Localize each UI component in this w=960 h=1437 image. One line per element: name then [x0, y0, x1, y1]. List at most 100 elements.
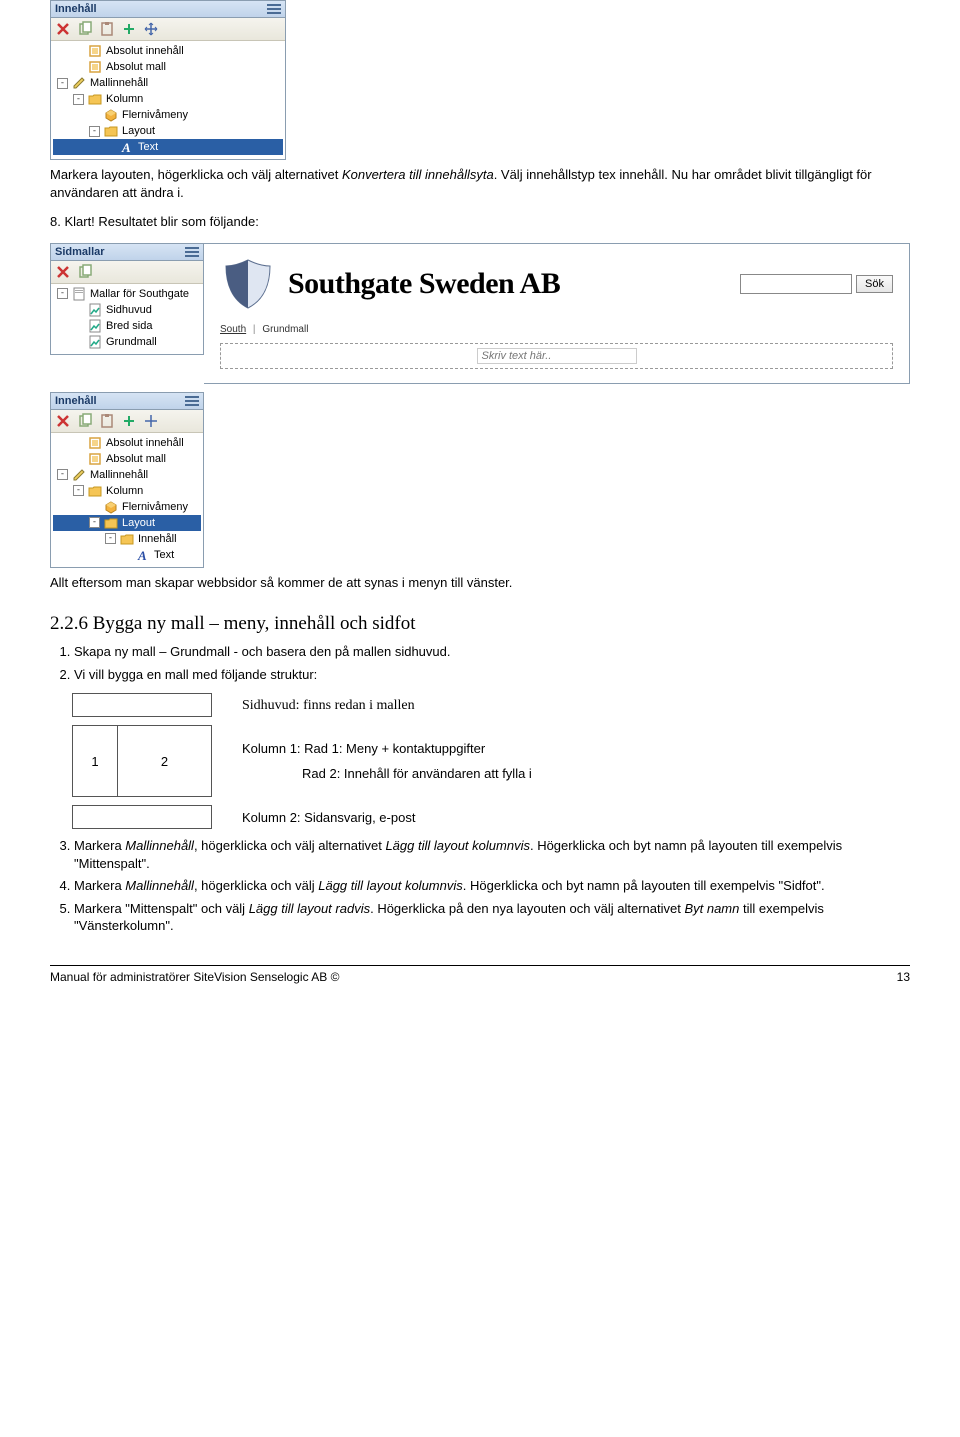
- tree-row[interactable]: Flernivåmeny: [53, 499, 201, 515]
- preview-pane: Southgate Sweden AB Sök South | Grundmal…: [204, 243, 910, 384]
- tree-row[interactable]: - Mallinnehåll: [53, 467, 201, 483]
- panel-menu-icon[interactable]: [185, 396, 199, 406]
- collapse-icon[interactable]: -: [89, 126, 100, 137]
- tree-row[interactable]: Flernivåmeny: [53, 107, 283, 123]
- tree-label: Text: [154, 549, 174, 561]
- schematic-label: Kolumn 1: Rad 1: Meny + kontaktuppgifter: [242, 741, 532, 756]
- panel-toolbar: [51, 261, 203, 284]
- tree-label: Absolut innehåll: [106, 437, 184, 449]
- add-icon[interactable]: [121, 413, 137, 429]
- panel-header: Sidmallar: [51, 244, 203, 261]
- page-green-icon: [88, 335, 102, 349]
- schematic-label: Rad 2: Innehåll för användaren att fylla…: [302, 766, 532, 781]
- add-icon[interactable]: [121, 21, 137, 37]
- panel-header: Innehåll: [51, 393, 203, 410]
- tree-label: Innehåll: [138, 533, 177, 545]
- tree-label: Absolut innehåll: [106, 45, 184, 57]
- cube-icon: [104, 108, 118, 122]
- tree: - Mallar för Southgate Sidhuvud Bred sida Gr…: [51, 284, 203, 354]
- content-placeholder: Skriv text här..: [220, 343, 893, 369]
- breadcrumb-current: Grundmall: [262, 324, 308, 335]
- move-icon[interactable]: [143, 21, 159, 37]
- tree-row[interactable]: Absolut innehåll: [53, 43, 283, 59]
- shield-icon: [220, 256, 276, 312]
- panel-title: Innehåll: [55, 395, 97, 407]
- delete-icon[interactable]: [55, 264, 71, 280]
- paragraph: Markera layouten, högerklicka och välj a…: [50, 166, 910, 201]
- tree-row[interactable]: -Kolumn: [53, 91, 283, 107]
- layout-schematic: Sidhuvud: finns redan i mallen 1 2 Kolum…: [72, 693, 910, 829]
- tree-label: Kolumn: [106, 485, 143, 497]
- ordered-list: Markera Mallinnehåll, högerklicka och vä…: [50, 837, 910, 935]
- preview-header: Southgate Sweden AB Sök: [204, 244, 909, 322]
- panel-menu-icon[interactable]: [267, 4, 281, 14]
- copy-icon[interactable]: [77, 264, 93, 280]
- tree-label: Bred sida: [106, 320, 152, 332]
- collapse-icon[interactable]: -: [57, 288, 68, 299]
- delete-icon[interactable]: [55, 21, 71, 37]
- innehall-panel-2: Innehåll Absolut innehållAbsolut mall-Ma…: [50, 392, 204, 568]
- move-icon[interactable]: [143, 413, 159, 429]
- svg-text:A: A: [121, 140, 131, 154]
- search-button[interactable]: Sök: [856, 275, 893, 293]
- tree-label: Mallinnehåll: [90, 469, 148, 481]
- collapse-icon[interactable]: -: [57, 78, 68, 89]
- sidmallar-panel: Sidmallar - Mallar för Southgate Sidhuvud B…: [50, 243, 204, 355]
- panel-title: Innehåll: [55, 3, 97, 15]
- copy-icon[interactable]: [77, 413, 93, 429]
- collapse-icon[interactable]: -: [73, 485, 84, 496]
- cube-icon: [104, 500, 118, 514]
- tree-row[interactable]: - Layout: [53, 515, 201, 531]
- list-item: Vi vill bygga en mall med följande struk…: [74, 666, 910, 684]
- tree-row[interactable]: AText: [53, 139, 283, 155]
- text-a-icon: A: [136, 548, 150, 562]
- paste-icon[interactable]: [99, 413, 115, 429]
- tree-row[interactable]: - Innehåll: [53, 531, 201, 547]
- folder-icon: [88, 92, 102, 106]
- breadcrumb-link[interactable]: South: [220, 324, 246, 335]
- box-icon: [88, 452, 102, 466]
- collapse-icon[interactable]: -: [89, 517, 100, 528]
- tree-label: Grundmall: [106, 336, 157, 348]
- schematic-footer-box: [72, 805, 212, 829]
- tree-row[interactable]: Absolut innehåll: [53, 435, 201, 451]
- tree-row[interactable]: Absolut mall: [53, 451, 201, 467]
- innehall-panel: Innehåll Absolut innehåll Absolut mall-Ma…: [50, 0, 286, 160]
- paste-icon[interactable]: [99, 21, 115, 37]
- panel-toolbar: [51, 18, 285, 41]
- result-figure: Sidmallar - Mallar för Southgate Sidhuvud B…: [50, 243, 910, 384]
- tree-row[interactable]: -Mallinnehåll: [53, 75, 283, 91]
- tree: Absolut innehållAbsolut mall-Mallinnehål…: [51, 433, 203, 567]
- tree-label: Sidhuvud: [106, 304, 152, 316]
- box-icon: [88, 60, 102, 74]
- schematic-label: Sidhuvud: finns redan i mallen: [242, 698, 415, 713]
- svg-text:A: A: [137, 548, 147, 562]
- collapse-icon[interactable]: -: [105, 533, 116, 544]
- folder-icon: [104, 124, 118, 138]
- collapse-icon[interactable]: -: [73, 94, 84, 105]
- page-icon: [72, 287, 86, 301]
- placeholder-input[interactable]: Skriv text här..: [477, 348, 637, 364]
- collapse-icon[interactable]: -: [57, 469, 68, 480]
- tree-row[interactable]: Grundmall: [53, 334, 201, 350]
- panel-menu-icon[interactable]: [185, 247, 199, 257]
- tree-label: Layout: [122, 517, 155, 529]
- schematic-header-box: [72, 693, 212, 717]
- tree-label: Mallar för Southgate: [90, 288, 189, 300]
- folder-icon: [104, 516, 118, 530]
- tree-row[interactable]: Absolut mall: [53, 59, 283, 75]
- tree-row[interactable]: - Kolumn: [53, 483, 201, 499]
- panel-toolbar: [51, 410, 203, 433]
- page-green-icon: [88, 303, 102, 317]
- search-input[interactable]: [740, 274, 852, 294]
- tree-row[interactable]: A Text: [53, 547, 201, 563]
- schematic-label: Kolumn 2: Sidansvarig, e-post: [242, 810, 415, 825]
- page-green-icon: [88, 319, 102, 333]
- page-footer: Manual för administratörer SiteVision Se…: [50, 965, 910, 984]
- tree-row[interactable]: - Mallar för Southgate: [53, 286, 201, 302]
- tree-row[interactable]: Bred sida: [53, 318, 201, 334]
- tree-row[interactable]: -Layout: [53, 123, 283, 139]
- copy-icon[interactable]: [77, 21, 93, 37]
- delete-icon[interactable]: [55, 413, 71, 429]
- tree-row[interactable]: Sidhuvud: [53, 302, 201, 318]
